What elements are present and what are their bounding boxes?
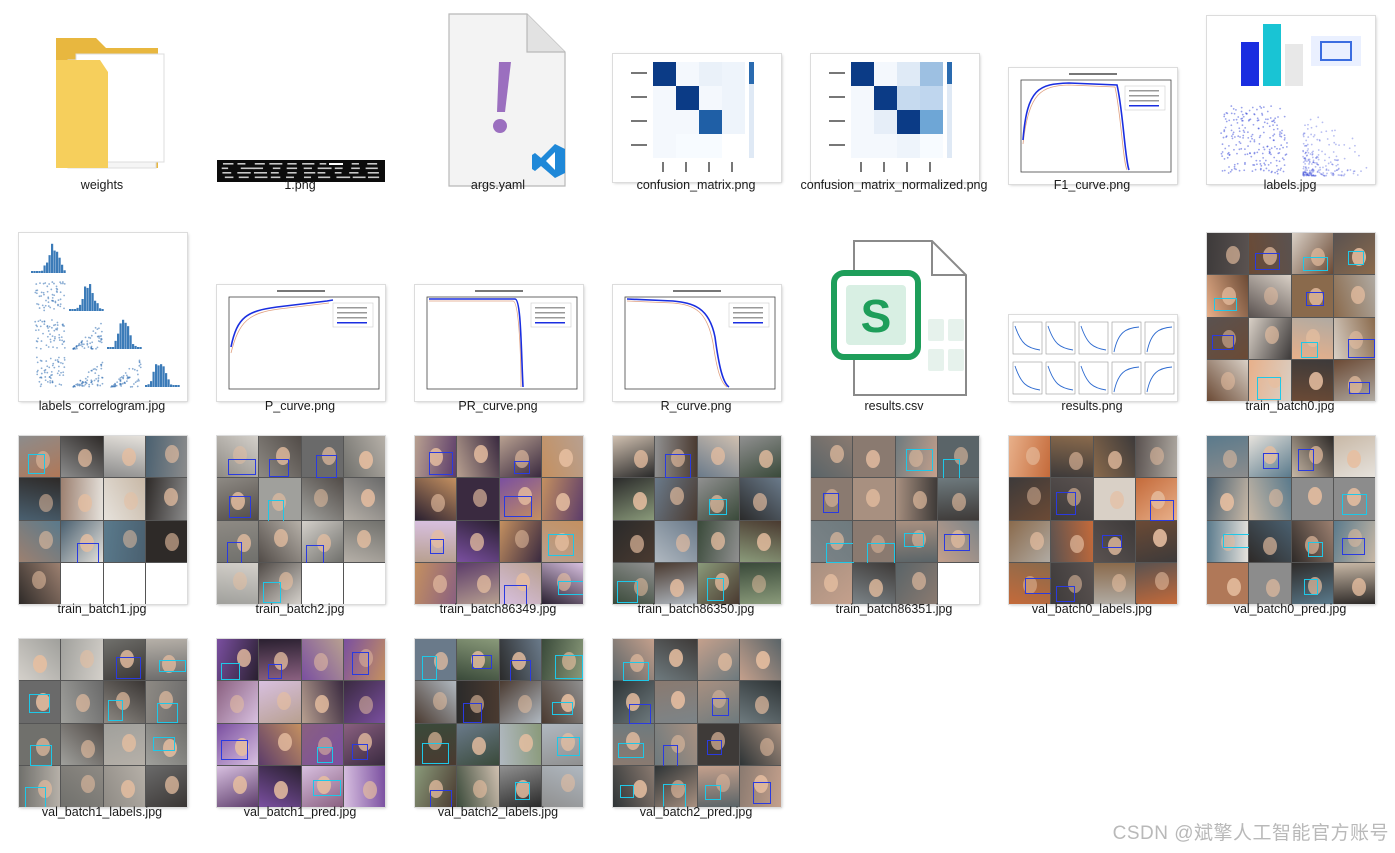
file-name-label: confusion_matrix.png <box>636 178 756 192</box>
file-name-label: 1.png <box>284 178 316 192</box>
file-thumbnail[interactable] <box>217 285 385 401</box>
yaml-file-icon <box>448 13 566 187</box>
file-thumbnail[interactable] <box>613 639 781 807</box>
file-thumbnail[interactable] <box>1207 436 1375 604</box>
file-thumbnail[interactable]: S <box>811 237 979 401</box>
curve-thumbnail <box>613 287 781 399</box>
file-thumbnail[interactable] <box>415 285 583 401</box>
image-grid-thumbnail <box>1009 436 1177 604</box>
confusion-matrix-thumbnail <box>613 56 781 180</box>
file-name-label: val_batch0_labels.jpg <box>1031 602 1153 616</box>
image-grid-thumbnail <box>217 639 385 807</box>
file-thumbnail[interactable] <box>19 639 187 807</box>
file-name-label: val_batch1_pred.jpg <box>243 805 357 819</box>
file-name-label: results.png <box>1061 399 1123 413</box>
file-name-label: train_batch86351.jpg <box>835 602 953 616</box>
file-thumbnail[interactable] <box>415 12 583 188</box>
file-thumbnail[interactable] <box>415 436 583 604</box>
file-thumbnail[interactable] <box>19 16 187 184</box>
file-name-label: R_curve.png <box>660 399 732 413</box>
csv-letter: S <box>861 290 892 342</box>
file-name-label: P_curve.png <box>264 399 336 413</box>
file-grid: weights 1.png args.yaml confusion_matrix.pn… <box>0 0 1395 853</box>
labels-thumbnail <box>1207 16 1375 184</box>
curve-thumbnail <box>415 287 583 399</box>
file-name-label: weights <box>80 178 124 192</box>
file-name-label: val_batch2_pred.jpg <box>639 805 753 819</box>
file-name-label: val_batch2_labels.jpg <box>437 805 559 819</box>
correlogram-thumbnail <box>19 233 187 401</box>
file-thumbnail[interactable] <box>1009 436 1177 604</box>
curve-thumbnail <box>1009 70 1177 182</box>
curve-thumbnail <box>217 287 385 399</box>
file-name-label: train_batch0.jpg <box>1245 399 1335 413</box>
image-grid-thumbnail <box>415 639 583 807</box>
file-name-label: val_batch0_pred.jpg <box>1233 602 1347 616</box>
file-thumbnail[interactable] <box>19 233 187 401</box>
results-thumbnail <box>1009 316 1177 400</box>
file-thumbnail[interactable] <box>613 54 781 182</box>
folder-icon <box>56 38 165 169</box>
file-name-label: confusion_matrix_normalized.png <box>800 178 988 192</box>
file-thumbnail[interactable] <box>1009 315 1177 401</box>
image-grid-thumbnail <box>217 436 385 604</box>
file-name-label: train_batch86349.jpg <box>439 602 557 616</box>
file-thumbnail[interactable] <box>1009 68 1177 184</box>
file-thumbnail[interactable] <box>1207 233 1375 401</box>
image-grid-thumbnail <box>613 436 781 604</box>
file-thumbnail[interactable] <box>811 54 979 182</box>
image-grid-thumbnail <box>1207 233 1375 401</box>
file-name-label: labels.jpg <box>1263 178 1317 192</box>
file-name-label: train_batch86350.jpg <box>637 602 755 616</box>
file-thumbnail[interactable] <box>217 436 385 604</box>
csv-spreadsheet-icon: S <box>831 240 967 396</box>
file-name-label: args.yaml <box>470 178 526 192</box>
image-grid-thumbnail <box>811 436 979 604</box>
file-thumbnail[interactable] <box>613 436 781 604</box>
confusion-matrix-normalized-thumbnail <box>811 56 979 180</box>
image-grid-thumbnail <box>19 639 187 807</box>
image-grid-thumbnail <box>19 436 187 604</box>
file-thumbnail[interactable] <box>811 436 979 604</box>
file-thumbnail[interactable] <box>19 436 187 604</box>
file-name-label: train_batch1.jpg <box>57 602 147 616</box>
file-name-label: PR_curve.png <box>458 399 538 413</box>
file-thumbnail[interactable] <box>1207 16 1375 184</box>
file-name-label: val_batch1_labels.jpg <box>41 805 163 819</box>
file-name-label: train_batch2.jpg <box>255 602 345 616</box>
file-name-label: F1_curve.png <box>1053 178 1131 192</box>
image-grid-thumbnail <box>1207 436 1375 604</box>
image-grid-thumbnail <box>613 639 781 807</box>
file-name-label: results.csv <box>864 399 924 413</box>
file-thumbnail[interactable] <box>613 285 781 401</box>
csdn-watermark: CSDN @斌擎人工智能官方账号 <box>1112 823 1389 844</box>
image-grid-thumbnail <box>415 436 583 604</box>
file-thumbnail[interactable] <box>415 639 583 807</box>
file-thumbnail[interactable] <box>217 639 385 807</box>
file-name-label: labels_correlogram.jpg <box>38 399 166 413</box>
